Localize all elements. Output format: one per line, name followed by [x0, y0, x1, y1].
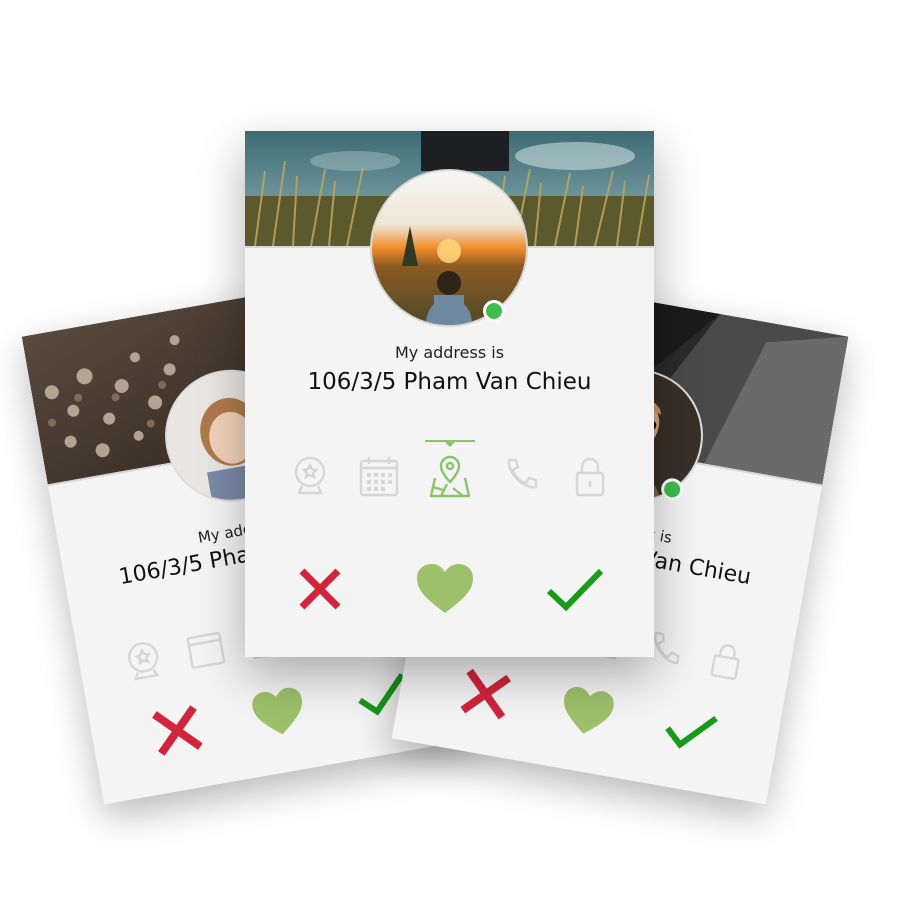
lock-icon[interactable] [571, 455, 609, 497]
map-icon[interactable] [425, 440, 475, 498]
online-indicator [483, 300, 505, 322]
action-bar [457, 665, 722, 759]
globe-icon[interactable] [122, 637, 166, 683]
address-subtitle: My address is [394, 343, 505, 362]
calendar-icon[interactable] [359, 455, 399, 497]
reject-button[interactable] [457, 665, 515, 723]
lock-icon[interactable] [704, 637, 748, 683]
reject-button[interactable] [148, 702, 206, 760]
calendar-icon[interactable] [184, 626, 228, 672]
accept-button[interactable] [545, 565, 605, 613]
like-button[interactable] [249, 685, 309, 741]
info-tabs [291, 440, 609, 498]
globe-icon[interactable] [291, 455, 329, 497]
address-title: 106/3/5 Pham Van Chieu [307, 369, 592, 395]
accept-button[interactable] [660, 704, 721, 757]
reject-button[interactable] [295, 564, 345, 614]
action-bar [295, 563, 605, 615]
like-button[interactable] [416, 563, 474, 615]
phone-icon[interactable] [501, 455, 541, 497]
profile-card-center[interactable]: My address is 106/3/5 Pham Van Chieu [245, 131, 654, 657]
action-bar [148, 665, 413, 759]
like-button[interactable] [557, 684, 617, 740]
avatar [372, 171, 526, 325]
